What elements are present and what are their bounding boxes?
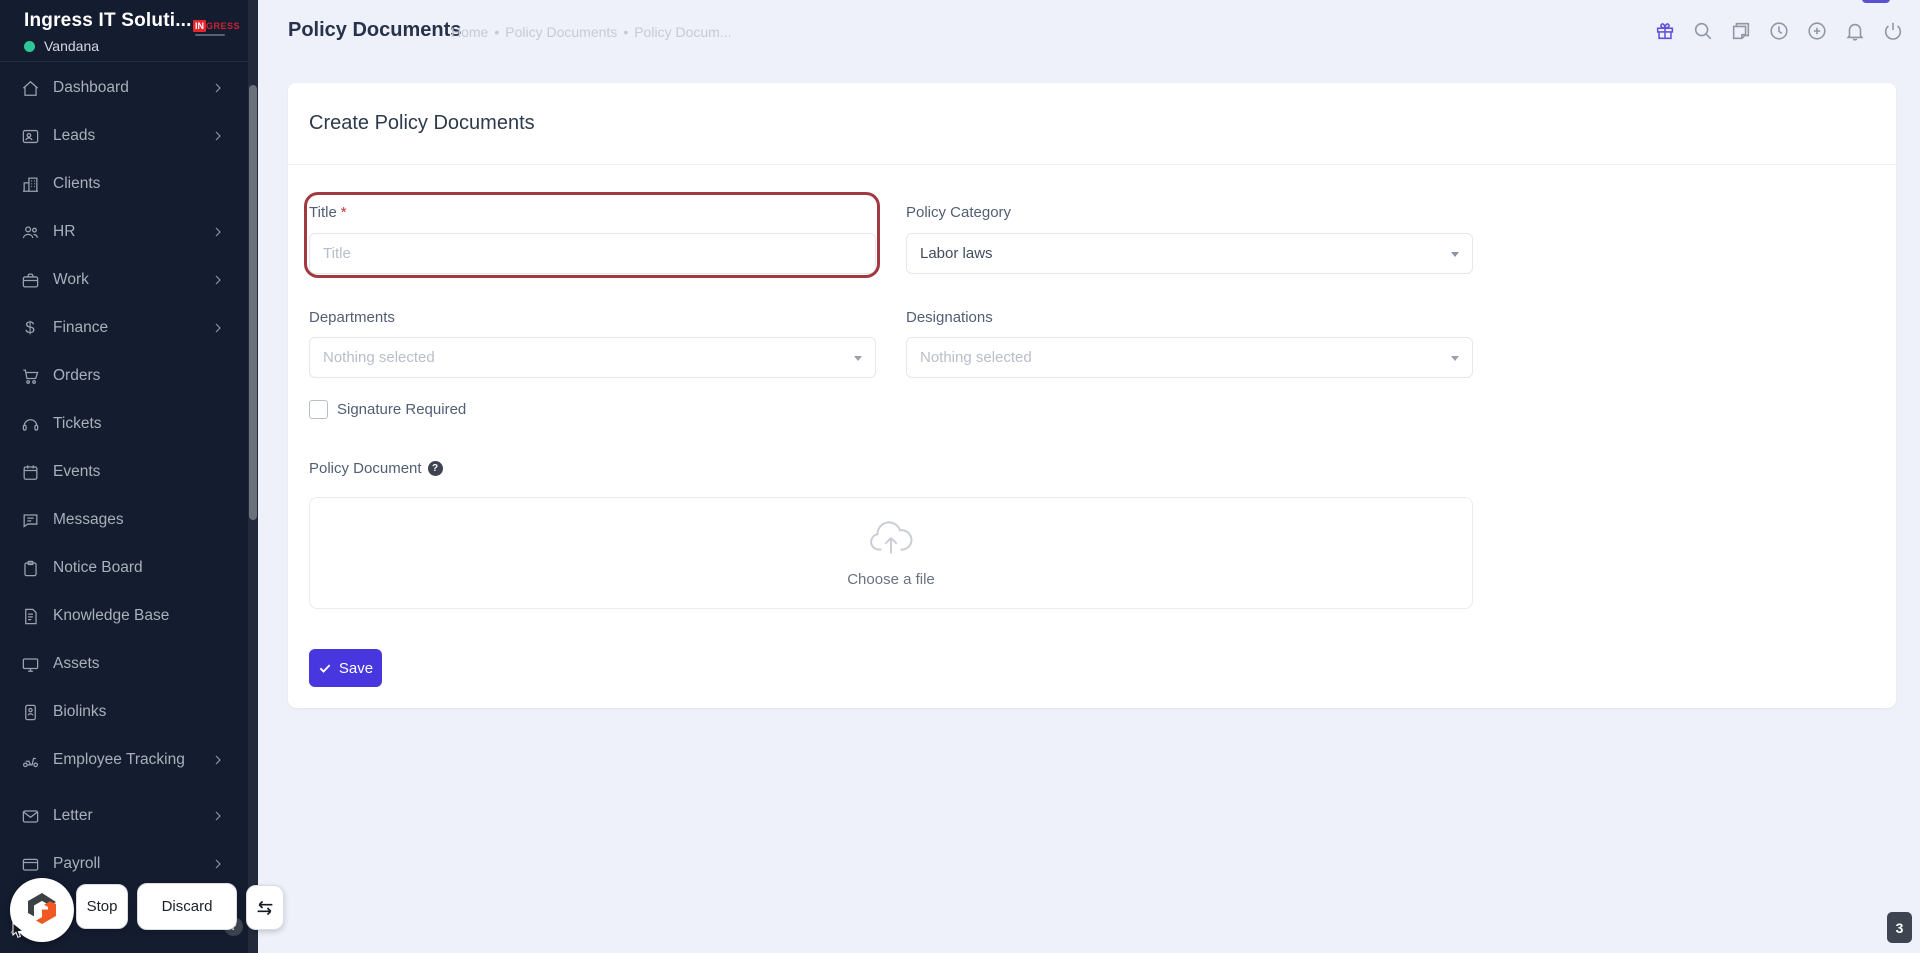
brand-tagline [194, 34, 225, 36]
user-name: Vandana [44, 38, 100, 54]
policy-document-label: Policy Document [309, 460, 422, 477]
check-icon [318, 661, 332, 675]
monitor-icon [20, 654, 40, 674]
breadcrumb-current: Policy Docum... [634, 24, 732, 40]
brand-logo-gress: GRESS [205, 21, 240, 31]
chevron-right-icon [212, 754, 224, 766]
headset-icon [20, 414, 40, 434]
card-title: Create Policy Documents [309, 112, 535, 134]
search-icon[interactable] [1692, 20, 1714, 42]
chevron-right-icon [212, 322, 224, 334]
discard-button[interactable]: Discard [137, 883, 237, 930]
title-label: Title * [309, 204, 347, 221]
sidebar-item-work[interactable]: Work [0, 256, 248, 304]
required-asterisk: * [340, 204, 347, 221]
lead-card-icon [20, 126, 40, 146]
chat-icon [20, 510, 40, 530]
policy-category-label: Policy Category [906, 204, 1012, 221]
swap-arrows-icon [255, 899, 275, 917]
briefcase-icon [20, 270, 40, 290]
page-title: Policy Documents [288, 19, 462, 41]
document-icon [20, 606, 40, 626]
caret-down-icon [1451, 252, 1459, 257]
notifications-bell-icon[interactable] [1844, 20, 1866, 42]
brand-logo: IN GRESS [192, 20, 240, 36]
sidebar-item-dashboard[interactable]: Dashboard [0, 64, 248, 112]
sidebar-header: Ingress IT Soluti... IN GRESS Vandana [0, 0, 258, 62]
title-input[interactable] [309, 233, 876, 274]
sidebar-item-leads[interactable]: Leads [0, 112, 248, 160]
dollar-icon: $ [25, 318, 35, 337]
home-icon [20, 78, 40, 98]
sidebar-item-events[interactable]: Events [0, 448, 248, 496]
cart-icon [20, 366, 40, 386]
chevron-right-icon [212, 858, 224, 870]
sidebar-item-tickets[interactable]: Tickets [0, 400, 248, 448]
envelope-icon [20, 806, 40, 826]
sidebar-item-biolinks[interactable]: Biolinks [0, 688, 248, 736]
sidebar-item-messages[interactable]: Messages [0, 496, 248, 544]
sidebar-item-letter[interactable]: Letter [0, 792, 248, 840]
breadcrumb-section[interactable]: Policy Documents [505, 24, 617, 40]
choose-file-text: Choose a file [847, 571, 935, 588]
wallet-icon [20, 854, 40, 874]
sidebar-item-clients[interactable]: Clients [0, 160, 248, 208]
chevron-right-icon [212, 274, 224, 286]
brand-logo-in: IN [192, 20, 206, 32]
power-icon[interactable] [1882, 20, 1904, 42]
chevron-right-icon [212, 130, 224, 142]
sidebar-item-orders[interactable]: Orders [0, 352, 248, 400]
sidebar-menu: Dashboard Leads Clients HR Work $ Financ… [0, 64, 248, 888]
card-divider [288, 164, 1896, 165]
gift-icon[interactable] [1654, 20, 1676, 42]
online-status-dot [24, 40, 35, 52]
step-count-badge: 3 [1887, 912, 1912, 943]
add-circle-icon[interactable] [1806, 20, 1828, 42]
notes-icon[interactable] [1730, 20, 1752, 42]
create-policy-card: Create Policy Documents Title* Policy Ca… [288, 83, 1896, 708]
signature-required-label: Signature Required [337, 401, 467, 418]
chevron-right-icon [212, 226, 224, 238]
departments-select[interactable]: Nothing selected [309, 337, 876, 378]
breadcrumb-home[interactable]: Home [451, 24, 488, 40]
designations-select[interactable]: Nothing selected [906, 337, 1473, 378]
sidebar-item-assets[interactable]: Assets [0, 640, 248, 688]
departments-label: Departments [309, 309, 395, 326]
file-dropzone[interactable]: Choose a file [309, 497, 1473, 609]
scooter-icon [20, 750, 40, 770]
breadcrumb: Home • Policy Documents • Policy Docum... [451, 24, 732, 40]
sidebar-item-finance[interactable]: $ Finance [0, 304, 248, 352]
cloud-upload-icon [868, 518, 914, 563]
swap-button[interactable] [246, 885, 284, 930]
signature-required-checkbox[interactable] [309, 400, 328, 419]
building-icon [20, 174, 40, 194]
chevron-right-icon [212, 810, 224, 822]
signature-required-row: Signature Required [309, 400, 466, 419]
header-actions [1654, 20, 1904, 42]
clipboard-icon [20, 558, 40, 578]
designations-label: Designations [906, 309, 993, 326]
chevron-right-icon [212, 82, 224, 94]
scrollbar-thumb[interactable] [249, 85, 257, 520]
calendar-icon [20, 462, 40, 482]
sidebar: Ingress IT Soluti... IN GRESS Vandana Das… [0, 0, 258, 953]
caret-down-icon [854, 356, 862, 361]
sidebar-item-employee-tracking[interactable]: Employee Tracking [0, 736, 248, 784]
sidebar-item-notice-board[interactable]: Notice Board [0, 544, 248, 592]
notification-count-badge: 388 [1861, 0, 1890, 3]
mouse-cursor [12, 921, 25, 944]
sidebar-scrollbar[interactable] [248, 0, 258, 953]
policy-category-select[interactable]: Labor laws [906, 233, 1473, 274]
top-header: Policy Documents Home • Policy Documents • P… [258, 0, 1920, 62]
sidebar-item-hr[interactable]: HR [0, 208, 248, 256]
id-badge-icon [20, 702, 40, 722]
people-icon [20, 222, 40, 242]
save-button[interactable]: Save [309, 649, 382, 687]
caret-down-icon [1451, 356, 1459, 361]
stop-button[interactable]: Stop [76, 884, 128, 929]
sidebar-item-knowledge-base[interactable]: Knowledge Base [0, 592, 248, 640]
history-clock-icon[interactable] [1768, 20, 1790, 42]
help-icon[interactable]: ? [427, 461, 443, 476]
